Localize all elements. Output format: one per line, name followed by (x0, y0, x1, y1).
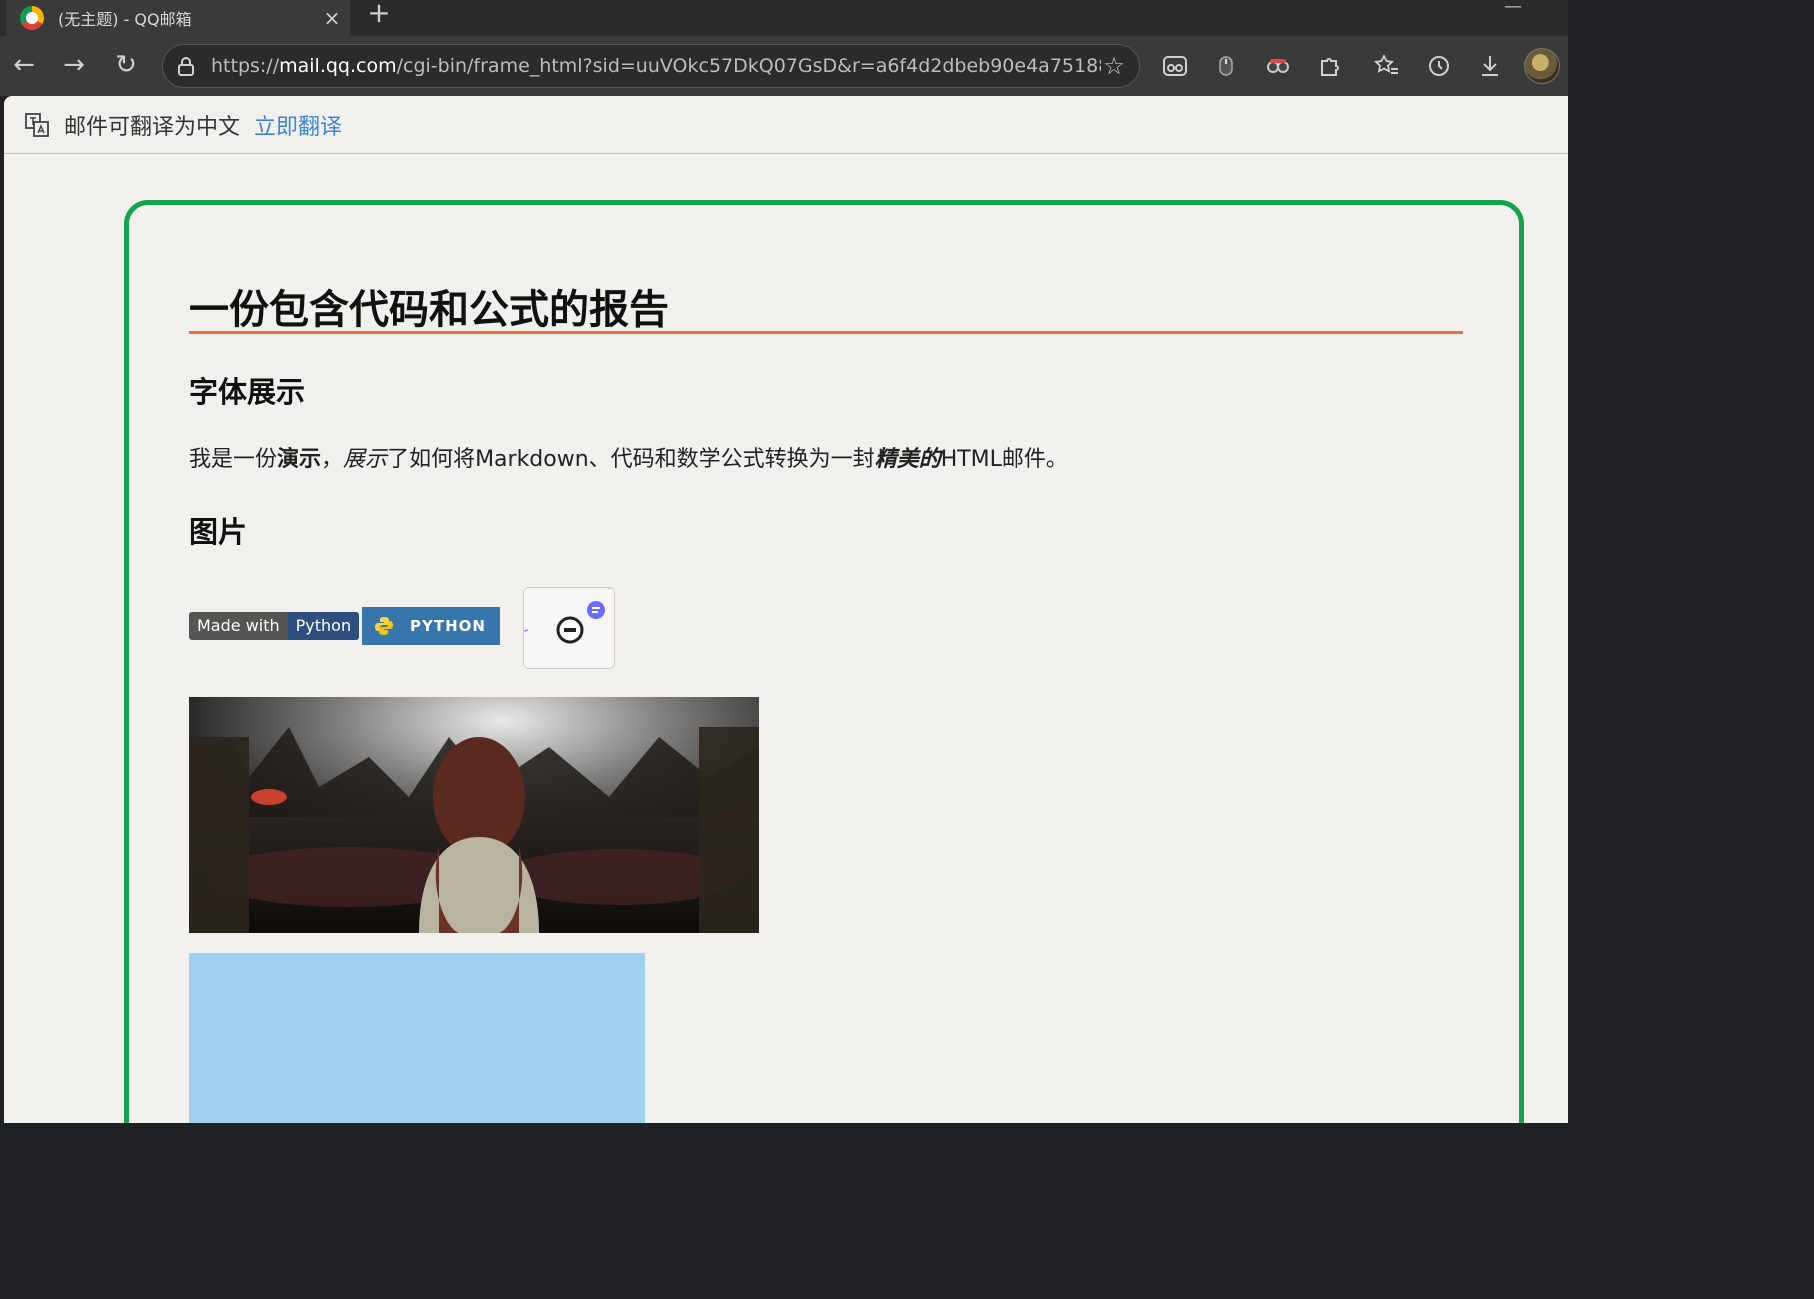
back-button[interactable]: ← (8, 50, 40, 82)
profile-avatar[interactable] (1524, 48, 1560, 84)
url-scheme: https:// (211, 55, 280, 77)
badge-left-label: Made with (189, 612, 288, 640)
url-host: mail.qq.com (279, 55, 397, 77)
extension-glasses-icon[interactable] (1262, 50, 1294, 82)
favorites-icon[interactable] (1371, 50, 1403, 82)
browser-tab[interactable]: (无主题) - QQ邮箱 × (6, 0, 350, 36)
extensions-puzzle-icon[interactable] (1313, 50, 1345, 82)
intro-paragraph: 我是一份演示，展示了如何将Markdown、代码和数学公式转换为一封精美的HTM… (189, 441, 1068, 473)
para-italic: 展示 (343, 447, 388, 472)
email-title: 一份包含代码和公式的报告 (189, 287, 669, 333)
lock-icon[interactable] (175, 55, 197, 77)
tab-strip: (无主题) - QQ邮箱 × + — (0, 0, 1568, 36)
extension-mouse-icon[interactable] (1210, 50, 1242, 82)
para-bold: 演示 (277, 447, 322, 472)
badge-right-label: Python (287, 612, 360, 640)
forward-button[interactable]: → (58, 50, 90, 82)
python-badge-label: PYTHON (410, 617, 486, 635)
translate-now-link[interactable]: 立即翻译 (254, 109, 342, 141)
chatbot-icon (519, 585, 617, 644)
title-divider (189, 331, 1463, 334)
translate-message: 邮件可翻译为中文 (64, 114, 241, 140)
para-text-1: 我是一份 (189, 447, 278, 472)
girl-landscape-photo (189, 697, 759, 933)
para-bold-italic: 精美的 (874, 447, 941, 472)
reload-button[interactable]: ↻ (110, 50, 142, 82)
made-with-python-badge[interactable]: Made with Python (189, 612, 360, 640)
chatbot-image (519, 585, 617, 669)
para-text-3: 了如何将Markdown、代码和数学公式转换为一封 (387, 447, 875, 472)
url-path: /cgi-bin/frame_html?sid=uuVOkc57DkQ07GsD… (396, 55, 1101, 77)
bookmark-star-icon[interactable]: ☆ (1101, 53, 1127, 79)
section-heading-images: 图片 (189, 515, 248, 549)
para-text-2: ， (321, 447, 344, 472)
reading-mode-icon[interactable] (1159, 50, 1191, 82)
qqmail-favicon-icon (20, 6, 44, 30)
minimize-button[interactable]: — (1498, 0, 1528, 20)
translate-icon (24, 112, 50, 138)
history-icon[interactable] (1423, 50, 1455, 82)
close-tab-icon[interactable]: × (320, 6, 344, 30)
tab-title: (无主题) - QQ邮箱 (58, 10, 192, 29)
download-icon[interactable] (1474, 50, 1506, 82)
section-heading-font: 字体展示 (189, 375, 306, 409)
address-bar[interactable]: https://mail.qq.com/cgi-bin/frame_html?s… (162, 44, 1140, 88)
email-card: 一份包含代码和公式的报告 字体展示 我是一份演示，展示了如何将Markdown、… (124, 200, 1524, 1123)
url-text[interactable]: https://mail.qq.com/cgi-bin/frame_html?s… (211, 55, 1101, 77)
python-badge[interactable]: PYTHON (362, 607, 500, 645)
cartoon-image (189, 953, 645, 1123)
python-logo-icon (374, 616, 394, 636)
para-text-4: HTML邮件。 (940, 447, 1068, 472)
page-content: 邮件可翻译为中文 立即翻译 一份包含代码和公式的报告 字体展示 我是一份演示，展… (4, 96, 1568, 1123)
browser-toolbar: ← → ↻ https://mail.qq.com/cgi-bin/frame_… (0, 36, 1568, 96)
translate-bar: 邮件可翻译为中文 立即翻译 (4, 96, 1568, 154)
new-tab-button[interactable]: + (364, 0, 394, 30)
